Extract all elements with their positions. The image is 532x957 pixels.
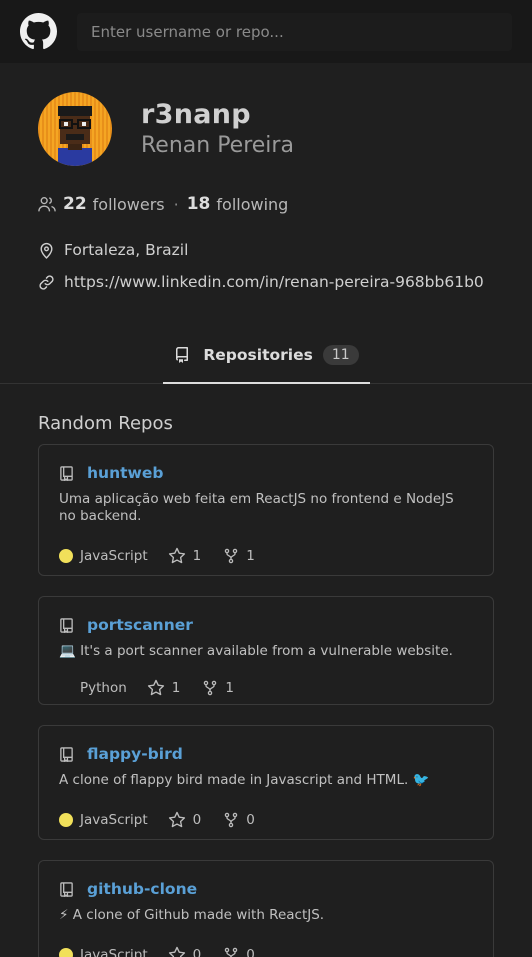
repo-book-icon (174, 347, 190, 363)
repo-description: A clone of flappy bird made in Javascrip… (59, 772, 430, 788)
repo-header: portscanner (59, 616, 473, 634)
repo-star-count: 1 (171, 680, 181, 696)
tab-bar: Repositories 11 (0, 328, 532, 384)
repo-stars[interactable]: 1 (147, 679, 181, 697)
followers-count[interactable]: 22 (63, 194, 87, 214)
repo-language: JavaScript (80, 548, 148, 564)
repo-stats: JavaScript 0 0 (59, 801, 473, 839)
repo-forks[interactable]: 0 (223, 812, 255, 828)
repo-header: flappy-bird (59, 745, 473, 763)
search-box (77, 12, 512, 51)
follow-stats: 22 followers · 18 following (0, 194, 532, 214)
language-color-dot (59, 948, 73, 957)
repo-card: github-clone ⚡ A clone of Github made wi… (38, 860, 494, 957)
following-count[interactable]: 18 (187, 194, 211, 214)
repo-description: Uma aplicação web feita em ReactJS no fr… (59, 491, 454, 524)
repo-name-link[interactable]: huntweb (87, 464, 163, 482)
star-icon (147, 679, 165, 697)
profile-login: r3nanp (141, 98, 251, 130)
repo-language: JavaScript (80, 947, 148, 957)
repo-card: flappy-bird A clone of flappy bird made … (38, 725, 494, 840)
follow-separator: · (173, 194, 179, 214)
repo-list: huntweb Uma aplicação web feita em React… (0, 444, 532, 957)
repo-book-icon (59, 617, 75, 633)
fork-icon (223, 812, 239, 828)
location-text: Fortaleza, Brazil (64, 241, 189, 259)
language-color-dot (59, 549, 73, 563)
repo-language: Python (80, 680, 127, 696)
repo-stats: Python 1 1 (59, 672, 473, 704)
repo-name-link[interactable]: github-clone (87, 880, 197, 898)
fork-icon (202, 680, 218, 696)
repo-name-link[interactable]: flappy-bird (87, 745, 183, 763)
repo-fork-count: 1 (246, 548, 255, 564)
fork-icon (223, 548, 239, 564)
location-pin-icon (38, 241, 56, 259)
repo-name-link[interactable]: portscanner (87, 616, 193, 634)
github-logo-icon[interactable] (20, 13, 57, 50)
repo-forks[interactable]: 0 (223, 947, 255, 957)
tab-repositories[interactable]: Repositories 11 (163, 328, 370, 384)
repo-book-icon (59, 746, 75, 762)
following-link[interactable]: following (216, 195, 288, 214)
repo-stats: JavaScript 0 0 (59, 936, 473, 957)
search-input[interactable] (91, 22, 512, 41)
random-repos-title: Random Repos (38, 413, 173, 434)
repo-stats: JavaScript 1 1 (59, 537, 473, 575)
language-color-dot (59, 813, 73, 827)
website-link[interactable]: https://www.linkedin.com/in/renan-pereir… (64, 273, 484, 291)
repo-header: huntweb (59, 464, 473, 482)
star-icon (168, 946, 186, 957)
website-row: https://www.linkedin.com/in/renan-pereir… (0, 273, 532, 291)
repo-stars[interactable]: 0 (168, 946, 202, 957)
repo-book-icon (59, 465, 75, 481)
repo-fork-count: 0 (246, 947, 255, 957)
link-icon (38, 273, 56, 291)
repo-card: portscanner 💻 It's a port scanner availa… (38, 596, 494, 705)
followers-link[interactable]: followers (93, 195, 165, 214)
location-row: Fortaleza, Brazil (0, 241, 532, 259)
star-icon (168, 811, 186, 829)
tab-repositories-label: Repositories (203, 346, 313, 364)
repo-description: ⚡ A clone of Github made with ReactJS. (59, 907, 325, 923)
avatar (38, 92, 112, 166)
profile-names: r3nanp Renan Pereira (141, 99, 294, 160)
profile-header: r3nanp Renan Pereira (0, 63, 532, 166)
repo-stars[interactable]: 1 (168, 547, 202, 565)
repo-card: huntweb Uma aplicação web feita em React… (38, 444, 494, 576)
repo-book-icon (59, 881, 75, 897)
repo-language: JavaScript (80, 812, 148, 828)
repo-description: 💻 It's a port scanner available from a v… (59, 643, 453, 659)
fork-icon (223, 947, 239, 957)
star-icon (168, 547, 186, 565)
repo-star-count: 0 (192, 947, 202, 957)
repo-forks[interactable]: 1 (202, 680, 234, 696)
repositories-count-badge: 11 (322, 345, 359, 365)
repo-star-count: 1 (192, 548, 202, 564)
repo-forks[interactable]: 1 (223, 548, 255, 564)
repo-header: github-clone (59, 880, 473, 898)
repo-fork-count: 1 (225, 680, 234, 696)
top-bar (0, 0, 532, 63)
repo-fork-count: 0 (246, 812, 255, 828)
people-icon (38, 195, 56, 213)
repo-star-count: 0 (192, 812, 202, 828)
repo-stars[interactable]: 0 (168, 811, 202, 829)
profile-full-name: Renan Pereira (141, 132, 294, 158)
